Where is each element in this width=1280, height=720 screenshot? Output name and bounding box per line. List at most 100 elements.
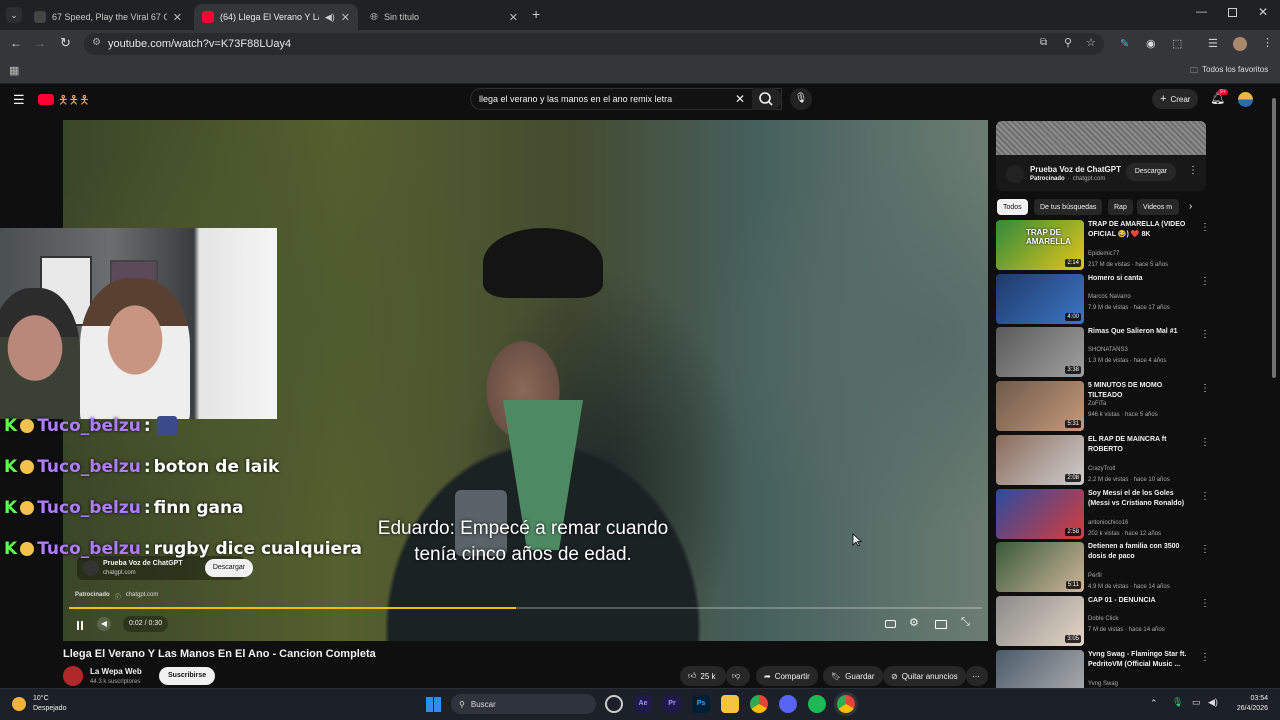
after-effects-icon[interactable]: Ae [634,695,652,713]
share-button[interactable]: ➦ Compartir [756,666,818,686]
recommended-video-title[interactable]: Homero si canta [1088,274,1188,284]
more-options-icon[interactable]: ⋮ [1200,598,1210,609]
recommended-channel[interactable]: Epidemic77 [1088,251,1119,257]
weather-temp[interactable]: 10°C [33,695,49,702]
reload-button[interactable]: ↻ [60,35,71,51]
recommended-video-title[interactable]: Rimas Que Salieron Mal #1 [1088,327,1188,337]
recommended-video[interactable]: TRAP DE AMARELLA 2:14 TRAP DE AMARELLA (VI… [996,220,1272,272]
video-thumbnail[interactable]: 2:08 [996,434,1084,485]
more-actions-button[interactable]: ⋯ [966,666,988,686]
photoshop-icon[interactable]: Ps [692,695,710,713]
premiere-icon[interactable]: Pr [663,695,681,713]
video-thumbnail[interactable]: TRAP DE AMARELLA 2:14 [996,220,1084,270]
windows-start-icon[interactable] [426,697,441,712]
search-input[interactable]: llega el verano y las manos en el ano re… [470,88,782,110]
extension-icon[interactable]: ✎ [1120,37,1129,50]
theater-mode-icon[interactable] [935,620,947,629]
recommended-video[interactable]: 3:38 Rimas Que Salieron Mal #1 SHONATANS3 1… [996,327,1272,379]
audio-playing-icon[interactable]: ◀) [325,12,335,23]
recommended-video[interactable]: 2:58 Soy Messi el de los Goles (Messi vs … [996,488,1272,541]
tray-network-icon[interactable]: ▭ [1192,697,1201,708]
ad-download-button[interactable]: Descargar [205,559,253,577]
more-options-icon[interactable]: ⋮ [1200,222,1210,233]
close-window-button[interactable]: ✕ [1258,5,1268,19]
browser-tab-sin-titulo[interactable]: 🌐︎ Sin título ✕ [362,4,526,30]
tray-microphone-icon[interactable]: 🎙︎ [1172,697,1183,708]
recommended-video[interactable]: 5:31 5 MINUTOS DE MOMO TILTEADO ZoFiTa 946 … [996,381,1272,433]
like-button[interactable]: 👍︎ 25 k [680,666,726,686]
youtube-logo[interactable] [38,94,54,105]
tray-volume-icon[interactable]: ◀︎) [1208,697,1218,708]
channel-name[interactable]: La Wepa Web [90,667,142,676]
address-bar[interactable]: ⚙︎ youtube.com/watch?v=K73F88LUay4 ⧉ ⚲ ☆ [84,33,1104,55]
recommended-video-title[interactable]: EL RAP DE MAINCRA ft ROBERTO [1088,435,1188,455]
more-options-icon[interactable]: ⋮ [1200,437,1210,448]
chrome-active-icon[interactable] [837,695,855,713]
install-app-icon[interactable]: ⧉ [1040,37,1047,48]
recommended-channel[interactable]: Doble Click [1088,616,1118,622]
recommended-video-title[interactable]: Soy Messi el de los Goles (Messi vs Cris… [1088,489,1188,509]
sidebar-ad-card[interactable]: Prueba Voz de ChatGPT Patrocinado · chat… [996,155,1206,191]
recommended-video[interactable]: 2:08 EL RAP DE MAINCRA ft ROBERTO CrazyTro… [996,434,1272,487]
search-button[interactable] [752,88,782,110]
recommended-video-title[interactable]: 5 MINUTOS DE MOMO TILTEADO [1088,381,1188,401]
browser-tab-67-speed[interactable]: 67 Speed, Play the Viral 67 Game ✕ [26,4,190,30]
recommended-video-title[interactable]: Yvng Swag - Flamingo Star ft. PedritoVM … [1088,650,1188,670]
chip-rap[interactable]: Rap [1108,199,1133,215]
taskbar-app-icon[interactable] [605,695,623,713]
more-options-icon[interactable]: ⋮ [1200,491,1210,502]
close-tab-icon[interactable]: ✕ [509,11,518,24]
taskbar-search-box[interactable]: ⚲ Buscar [451,694,596,714]
in-player-ad-card[interactable]: Prueba Voz de ChatGPT chatgpt.com Descar… [77,556,253,580]
volume-button[interactable]: ◀︎ [97,617,111,631]
more-options-icon[interactable]: ⋮ [1188,165,1198,176]
remove-ads-button[interactable]: ⊘ Quitar anuncios [883,666,966,686]
video-thumbnail[interactable]: 3:38 [996,327,1084,378]
chip-de-tus-busquedas[interactable]: De tus búsquedas [1034,199,1103,215]
browser-menu-icon[interactable]: ⋮ [1262,36,1273,49]
chips-next-chevron-icon[interactable]: › [1189,201,1192,212]
sidebar-ad-download-button[interactable]: Descargar [1126,163,1176,181]
tray-chevron-icon[interactable]: ⌃ [1150,698,1158,709]
recommended-channel[interactable]: antoniochico16 [1088,520,1128,526]
recommended-channel[interactable]: ZoFiTa [1088,401,1106,407]
fullscreen-icon[interactable]: ⤡ [961,616,970,629]
browser-tab-youtube[interactable]: (64) Llega El Verano Y Las Ma ◀) ✕ [194,4,358,30]
clock-time[interactable]: 03:54 [1236,695,1268,702]
video-thumbnail[interactable]: 5:11 [996,542,1084,593]
video-thumbnail[interactable]: 3:05 [996,595,1084,646]
zoom-icon[interactable]: ⚲ [1064,36,1072,49]
close-tab-icon[interactable]: ✕ [341,11,350,24]
minimize-window-button[interactable]: — [1196,6,1207,18]
recommended-video-title[interactable]: Detienen a familia con 3500 dosis de pac… [1088,542,1188,562]
spotify-icon[interactable] [808,695,826,713]
back-button[interactable]: ← [10,36,22,50]
clock-date[interactable]: 26/4/2026 [1226,705,1268,712]
chrome-icon[interactable] [750,695,768,713]
extensions-puzzle-icon[interactable]: ⬚ [1172,37,1182,50]
recommended-video[interactable]: 5:11 Detienen a familia con 3500 dosis de… [996,542,1272,594]
channel-avatar[interactable] [63,666,83,686]
reading-list-icon[interactable]: ☰ [1208,37,1218,50]
recommended-video-title[interactable]: TRAP DE AMARELLA (VIDEO OFICIAL 😂) ❤️ 8K [1088,220,1188,240]
account-avatar[interactable] [1238,92,1253,107]
recommended-video[interactable]: 3:05 CAP 01 - DENUNCIA Doble Click 7 M de v… [996,595,1272,648]
more-options-icon[interactable]: ⋮ [1200,652,1210,663]
chip-todos[interactable]: Todos [997,199,1028,215]
more-options-icon[interactable]: ⋮ [1200,329,1210,340]
tab-search-button[interactable]: ⌄ [6,7,22,23]
info-icon[interactable]: ⓘ [115,592,121,601]
recommended-channel[interactable]: Marcos Navarro [1088,294,1131,300]
video-thumbnail[interactable]: 2:58 [996,488,1084,539]
voice-search-button[interactable]: 🎙︎ [790,88,812,110]
sidebar-ad-banner[interactable] [996,121,1206,155]
more-options-icon[interactable]: ⋮ [1200,383,1210,394]
chip-videos[interactable]: Videos m [1137,199,1179,215]
discord-icon[interactable] [779,695,797,713]
restore-window-button[interactable] [1228,8,1237,17]
more-options-icon[interactable]: ⋮ [1200,276,1210,287]
subtitles-cc-icon[interactable] [885,620,896,628]
all-bookmarks-button[interactable]: 🗀︎ Todos los favoritos [1190,65,1268,79]
site-info-icon[interactable]: ⚙︎ [92,37,101,48]
video-thumbnail[interactable]: 5:31 [996,381,1084,432]
